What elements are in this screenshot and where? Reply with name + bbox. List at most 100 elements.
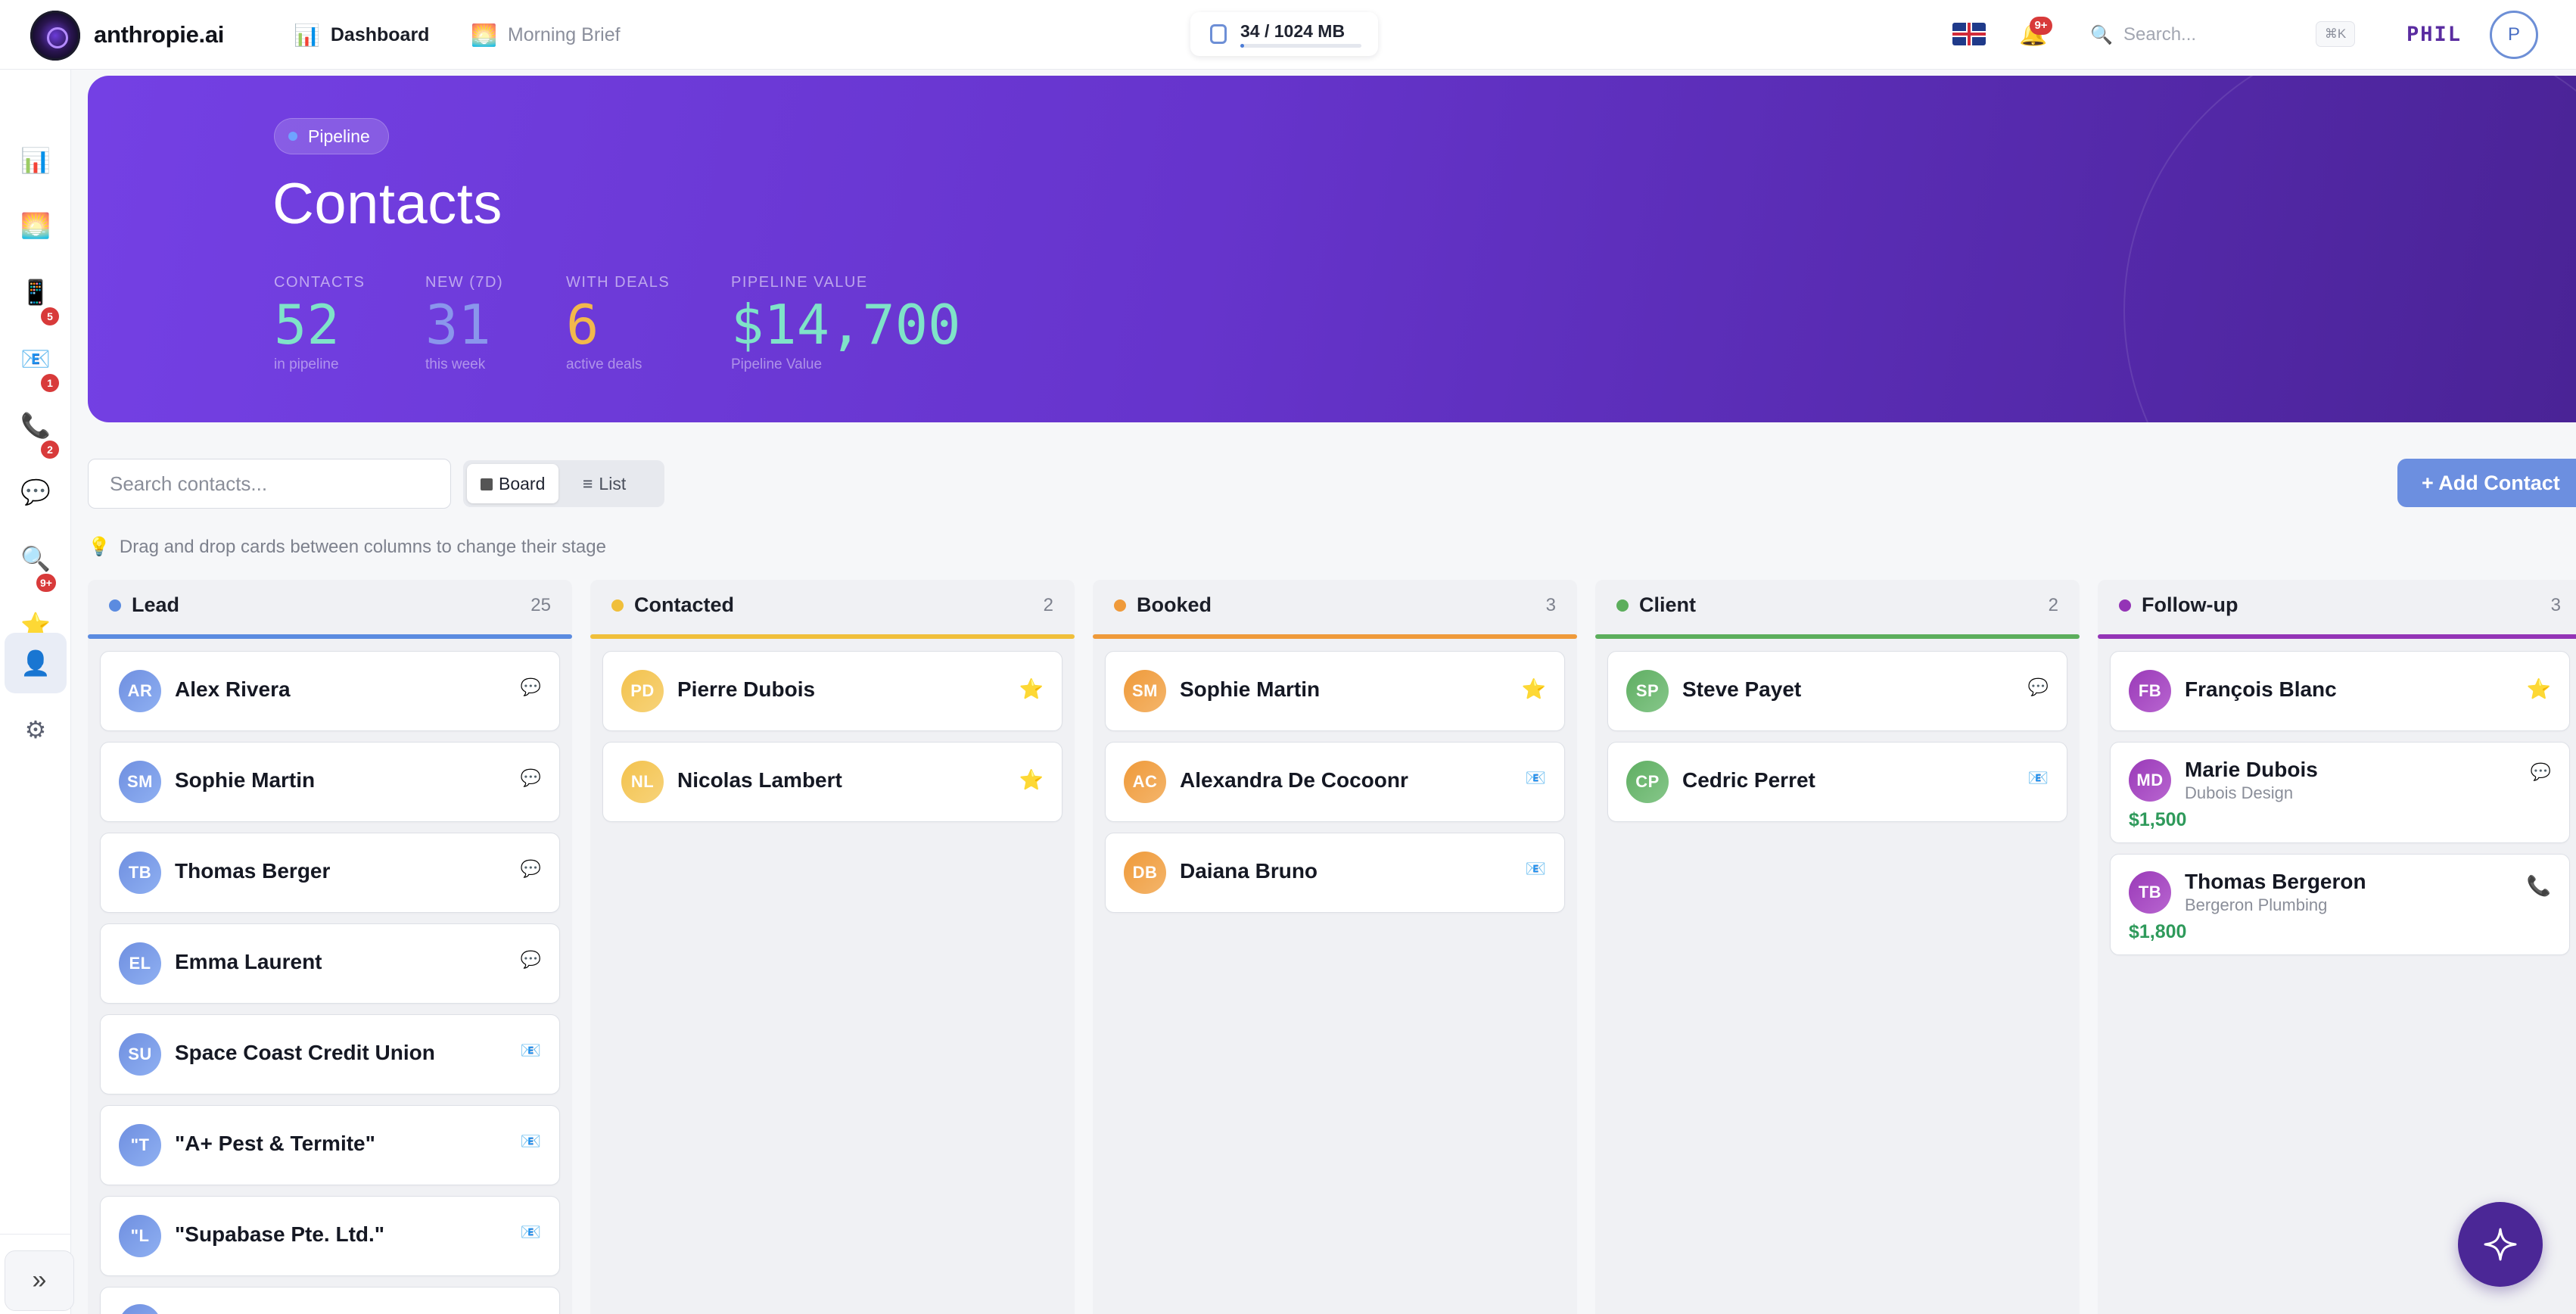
column-title: Booked [1137, 593, 1212, 616]
contact-card[interactable]: TB Thomas Berger 💬 [100, 833, 560, 913]
user-name[interactable]: PHIL [2406, 23, 2462, 46]
contact-card[interactable]: "L "Supabase Pte. Ltd." 📧 [100, 1196, 560, 1276]
contact-company: Bergeron Plumbing [2185, 895, 2328, 914]
email-icon[interactable]: 📧 [521, 1132, 541, 1151]
contact-name: "A+ Pest & Termite" [175, 1132, 375, 1155]
star-icon[interactable]: ⭐ [1522, 677, 1546, 701]
email-icon[interactable]: 📧 [1526, 768, 1546, 788]
stat-value: 52 [274, 293, 340, 357]
contact-card[interactable]: SM Sophie Martin ⭐ [1105, 651, 1565, 731]
contact-card[interactable]: MD Marie Dubois 💬 Dubois Design $1,500 [2110, 742, 2570, 843]
list-icon: ≡ [583, 474, 593, 494]
contact-card[interactable]: DB Daiana Bruno 📧 [1105, 833, 1565, 913]
logo-icon[interactable] [30, 11, 80, 61]
contact-card[interactable]: "T "A+ Pest & Termite" 📧 [100, 1105, 560, 1185]
contact-card[interactable]: AR Alex Rivera 💬 [100, 651, 560, 731]
contact-card[interactable]: SU Space Coast Credit Union 📧 [100, 1014, 560, 1094]
chat-icon[interactable]: 💬 [521, 859, 541, 879]
chat-icon[interactable]: 💬 [521, 768, 541, 788]
star-icon[interactable]: ⭐ [1019, 768, 1044, 792]
contact-name: Sophie Martin [175, 768, 316, 792]
chat-icon[interactable]: 💬 [2028, 677, 2049, 697]
uk-flag-icon[interactable] [1952, 23, 1986, 45]
brand-name[interactable]: anthropie.ai [94, 21, 224, 48]
contact-name: Nicolas Lambert [677, 768, 842, 792]
deal-amount: $1,800 [2129, 921, 2187, 942]
chart-icon: 📊 [294, 23, 320, 47]
contact-name: Thomas Bergeron [2185, 870, 2366, 893]
stage-dot [1616, 599, 1629, 612]
email-icon[interactable]: 📧 [2028, 768, 2049, 788]
phone-icon[interactable]: 📞 [2527, 874, 2551, 898]
notification-badge: 9+ [2030, 17, 2052, 35]
email-icon[interactable]: 📧 [1526, 859, 1546, 879]
board-view-button[interactable]: Board [467, 464, 559, 503]
nav-dashboard-label: Dashboard [330, 24, 430, 45]
sidebar-dashboard-icon[interactable]: 📊 [5, 130, 67, 191]
column-lead[interactable]: Lead 25 AR Alex Rivera 💬 SM Sophie Martin 💬 TB Th… [88, 580, 572, 1314]
stat-new-7d: NEW (7D) 31 this week [425, 274, 503, 373]
column-count: 3 [2550, 595, 2561, 615]
contact-card[interactable]: NL Nicolas Lambert ⭐ [602, 742, 1062, 822]
contact-card[interactable]: CP Cedric Perret 📧 [1607, 742, 2067, 822]
contact-avatar: SU [119, 1033, 161, 1076]
chat-icon[interactable]: 💬 [2531, 762, 2551, 782]
contact-name: Sophie Martin [1180, 677, 1321, 701]
sidebar-morning-brief-icon[interactable]: 🌅 [5, 195, 67, 256]
column-header: Client 2 [1595, 580, 2080, 639]
column-contacted[interactable]: Contacted 2 PD Pierre Dubois ⭐ NL Nicolas Lamb… [590, 580, 1075, 1314]
chat-icon[interactable]: 💬 [521, 677, 541, 697]
stat-value: $14,700 [731, 293, 961, 357]
contact-name: Alex Rivera [175, 677, 291, 701]
contact-card[interactable]: EL Emma Laurent 💬 [100, 923, 560, 1004]
contact-card[interactable]: FB François Blanc ⭐ [2110, 651, 2570, 731]
contact-card[interactable] [100, 1287, 560, 1314]
stat-sub: this week [425, 357, 486, 372]
list-view-button[interactable]: ≡ List [569, 464, 639, 503]
stat-contacts: CONTACTS 52 in pipeline [274, 274, 366, 373]
board-view-label: Board [499, 474, 546, 494]
column-client[interactable]: Client 2 SP Steve Payet 💬 CP Cedric Perret 📧 [1595, 580, 2080, 1314]
column-booked[interactable]: Booked 3 SM Sophie Martin ⭐ AC Alexandra De Co… [1093, 580, 1577, 1314]
ai-assistant-button[interactable] [2458, 1202, 2543, 1287]
contact-card[interactable]: AC Alexandra De Cocoonr 📧 [1105, 742, 1565, 822]
storage-bar [1240, 44, 1361, 48]
sidebar-settings-icon[interactable]: ⚙ [5, 699, 67, 760]
sidebar-messages-icon[interactable]: 💬 [5, 462, 67, 522]
contact-name: "Supabase Pte. Ltd." [175, 1222, 385, 1246]
storage-indicator[interactable]: 34 / 1024 MB [1190, 12, 1378, 56]
nav-morning-brief-label: Morning Brief [507, 24, 621, 45]
contact-card[interactable]: SP Steve Payet 💬 [1607, 651, 2067, 731]
global-search-input[interactable]: Search... [2123, 24, 2196, 45]
pipeline-pill: Pipeline [274, 118, 389, 154]
database-icon [1210, 24, 1227, 44]
search-icon: 🔍 [2090, 25, 2113, 45]
star-icon[interactable]: ⭐ [2527, 677, 2551, 701]
column-header: Contacted 2 [590, 580, 1075, 639]
email-icon[interactable]: 📧 [521, 1222, 541, 1242]
contact-avatar: PD [621, 670, 664, 712]
user-avatar[interactable]: P [2490, 11, 2538, 59]
chat-icon[interactable]: 💬 [521, 950, 541, 970]
storage-bar-fill [1240, 44, 1245, 48]
nav-dashboard[interactable]: 📊 Dashboard [294, 23, 429, 48]
contact-avatar: MD [2129, 759, 2171, 802]
stat-label: PIPELINE VALUE [731, 274, 868, 291]
contact-name: Alexandra De Cocoonr [1180, 768, 1408, 792]
contact-card[interactable]: PD Pierre Dubois ⭐ [602, 651, 1062, 731]
sidebar-contacts-icon[interactable]: 👤 [5, 633, 67, 693]
add-contact-button[interactable]: + Add Contact [2397, 459, 2576, 507]
contact-card[interactable]: TB Thomas Bergeron 📞 Bergeron Plumbing $1,80… [2110, 854, 2570, 955]
search-contacts-input[interactable] [88, 459, 451, 509]
star-icon[interactable]: ⭐ [1019, 677, 1044, 701]
nav-morning-brief[interactable]: 🌅 Morning Brief [471, 23, 621, 48]
contacts-hero: Pipeline Contacts CONTACTS 52 in pipelin… [88, 76, 2576, 422]
sidebar-collapse-button[interactable]: » [5, 1250, 74, 1311]
sidebar-messages-badge: 2 [41, 441, 59, 459]
top-bar: anthropie.ai 📊 Dashboard 🌅 Morning Brief… [0, 0, 2576, 70]
sidebar-search-icon[interactable]: 🔍 [5, 528, 67, 589]
contact-card[interactable]: SM Sophie Martin 💬 [100, 742, 560, 822]
column-header: Follow-up 3 [2098, 580, 2576, 639]
column-underline [590, 634, 1075, 639]
email-icon[interactable]: 📧 [521, 1041, 541, 1060]
